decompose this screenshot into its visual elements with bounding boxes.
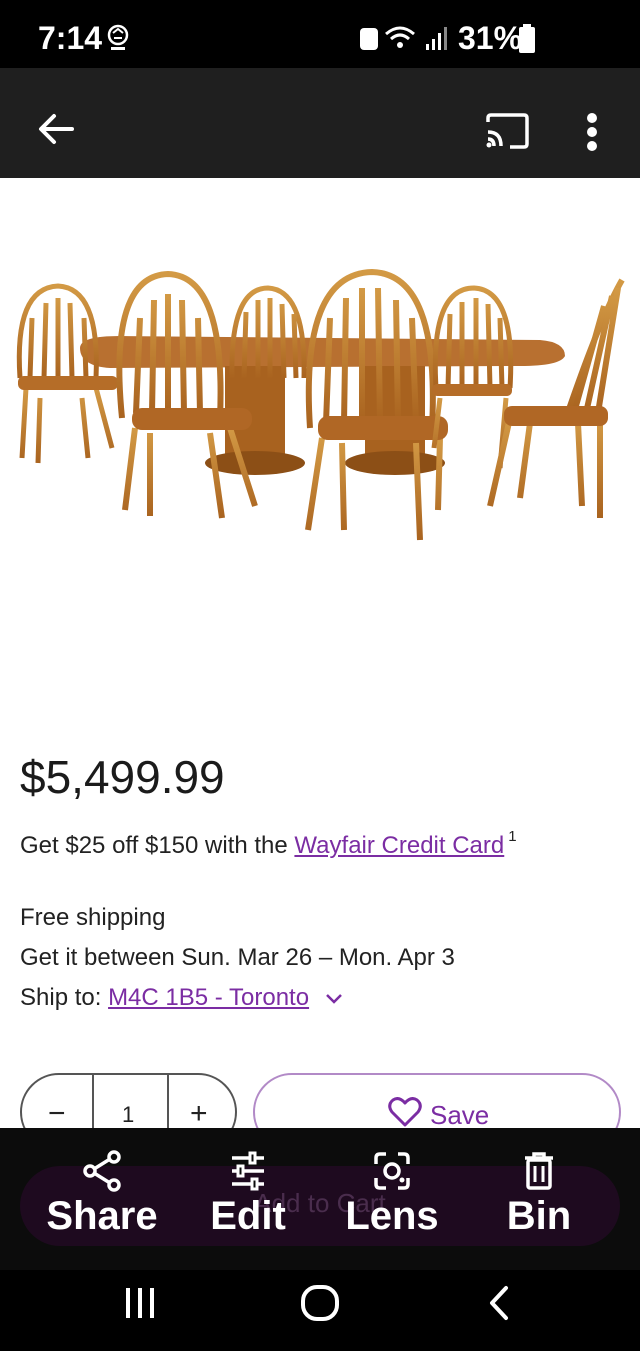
battery-percent: 31% [458,20,523,56]
recent-apps-icon[interactable] [122,1286,158,1325]
back-arrow-icon[interactable] [36,112,76,151]
share-icon [83,1150,121,1192]
decrease-quantity-button[interactable]: − [48,1097,66,1130]
increase-quantity-button[interactable]: + [190,1097,208,1130]
save-label: Save [430,1100,490,1130]
edit-label: Edit [210,1194,286,1238]
quantity-stepper: − 1 + [20,1073,237,1130]
trash-icon [525,1152,553,1190]
lens-label: Lens [345,1194,439,1238]
credit-card-promo: Get $25 off $150 with the Wayfair Credit… [20,828,517,860]
quantity-value[interactable]: 1 [122,1102,134,1128]
edit-sliders-icon [232,1151,264,1191]
free-shipping-text: Free shipping [20,904,166,931]
edit-action[interactable]: Edit [206,1150,290,1239]
ship-to-label: Ship to: [20,984,109,1011]
more-options-icon[interactable] [582,112,602,157]
heart-icon [388,1097,422,1130]
status-bar: 7:14 31% [0,0,640,68]
status-time: 7:14 [38,20,103,56]
product-detail: $5,499.99 Get $25 off $150 with the Wayf… [0,178,640,1130]
bin-action[interactable]: Bin [504,1150,574,1239]
ship-to-row: Ship to: M4C 1B5 - Toronto [20,978,455,1019]
lens-action[interactable]: Lens [344,1150,440,1239]
share-action[interactable]: Share [44,1150,160,1239]
delivery-estimate: Get it between Sun. Mar 26 – Mon. Apr 3 [20,944,455,971]
lens-icon [374,1152,410,1190]
dining-set-illustration [16,268,625,541]
promo-text: Get $25 off $150 with the [20,832,295,859]
battery-icon [518,24,536,59]
promo-footnote: 1 [508,828,517,845]
divider [167,1075,169,1130]
share-label: Share [46,1194,158,1238]
app-bar [0,68,640,178]
bin-label: Bin [506,1194,572,1238]
back-nav-icon[interactable] [486,1284,512,1327]
chevron-down-icon[interactable] [324,979,344,1019]
cast-icon[interactable] [484,112,530,155]
price: $5,499.99 [20,751,225,803]
ship-to-location-link[interactable]: M4C 1B5 - Toronto [108,984,309,1011]
shipping-info: Free shipping Get it between Sun. Mar 26… [20,898,455,1019]
system-nav-bar [0,1270,640,1351]
divider [92,1075,94,1130]
wayfair-credit-card-link[interactable]: Wayfair Credit Card [294,832,504,859]
notification-icon [105,22,131,57]
signal-wifi-icon [360,26,447,50]
save-button[interactable]: Save [253,1073,621,1130]
screenshot-toolbar: Add to Cart Share Edit Lens Bin [0,1128,640,1270]
product-image[interactable] [0,248,640,553]
home-icon[interactable] [300,1284,340,1327]
